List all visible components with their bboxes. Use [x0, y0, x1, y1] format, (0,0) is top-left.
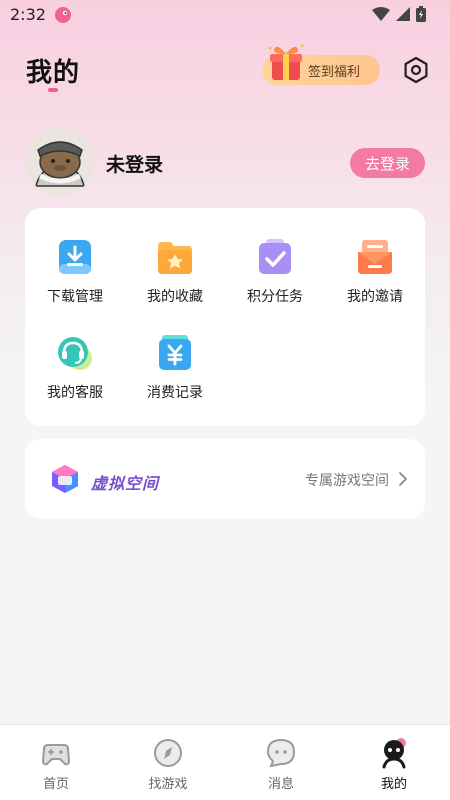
profile-icon [382, 738, 406, 769]
virtual-space-cube-icon [52, 465, 78, 493]
menu-item-points-tasks[interactable]: 积分任务 [225, 238, 325, 318]
nav-label-messages: 消息 [267, 777, 294, 792]
status-bar: 2:32 [0, 0, 450, 30]
signal-icon [396, 7, 410, 21]
yuan-wallet-icon [159, 335, 191, 370]
title-underline [48, 88, 58, 92]
virtual-space-label: 虚拟空间 [91, 474, 160, 493]
menu-item-spending-records[interactable]: 消费记录 [125, 334, 225, 414]
nav-label-find-games: 找游戏 [148, 777, 188, 792]
app-notification-icon [55, 7, 71, 23]
virtual-space-card[interactable]: 虚拟空间 专属游戏空间 [25, 439, 425, 519]
menu-item-favorites[interactable]: 我的收藏 [125, 238, 225, 318]
login-button[interactable]: 去登录 [350, 148, 425, 178]
nav-label-home: 首页 [42, 777, 69, 792]
nav-tab-home[interactable]: 首页 [0, 725, 112, 800]
capybara-avatar-icon [26, 128, 94, 196]
menu-label-downloads: 下载管理 [47, 289, 103, 305]
menu-label-favorites: 我的收藏 [147, 289, 203, 305]
favorites-folder-icon [158, 242, 192, 274]
virtual-space-subtitle: 专属游戏空间 [305, 473, 389, 489]
chat-bubble-icon [266, 738, 296, 768]
wifi-icon [372, 7, 390, 21]
task-checkbox-icon [259, 239, 291, 274]
menu-label-spending-records: 消费记录 [147, 385, 203, 401]
checkin-label: 签到福利 [308, 64, 361, 80]
feature-menu-card: 下载管理 我的收藏 积分任务 我的邀请 我的客服 消费记录 [25, 208, 425, 426]
page-title: 我的 [26, 58, 81, 88]
nav-tab-mine[interactable]: 我的 [338, 725, 450, 800]
chevron-right-icon [399, 472, 407, 486]
nav-tab-find-games[interactable]: 找游戏 [112, 725, 224, 800]
invite-envelope-icon [358, 240, 392, 274]
settings-icon[interactable] [402, 56, 430, 84]
menu-item-customer-service[interactable]: 我的客服 [25, 334, 125, 414]
nav-tab-messages[interactable]: 消息 [225, 725, 337, 800]
gift-icon [268, 44, 304, 80]
username: 未登录 [106, 154, 164, 176]
battery-icon [416, 6, 426, 22]
compass-icon [154, 739, 182, 767]
menu-label-customer-service: 我的客服 [47, 385, 103, 401]
menu-item-invites[interactable]: 我的邀请 [325, 238, 425, 318]
bottom-navigation: 首页 找游戏 消息 我的 [0, 724, 450, 800]
download-icon [59, 240, 91, 274]
nav-label-mine: 我的 [380, 777, 407, 792]
avatar[interactable] [26, 128, 94, 196]
menu-label-points-tasks: 积分任务 [247, 289, 303, 305]
gamepad-icon [41, 744, 71, 766]
status-time: 2:32 [10, 5, 46, 24]
headset-icon [58, 337, 92, 370]
menu-item-downloads[interactable]: 下载管理 [25, 238, 125, 318]
menu-label-invites: 我的邀请 [347, 289, 403, 305]
